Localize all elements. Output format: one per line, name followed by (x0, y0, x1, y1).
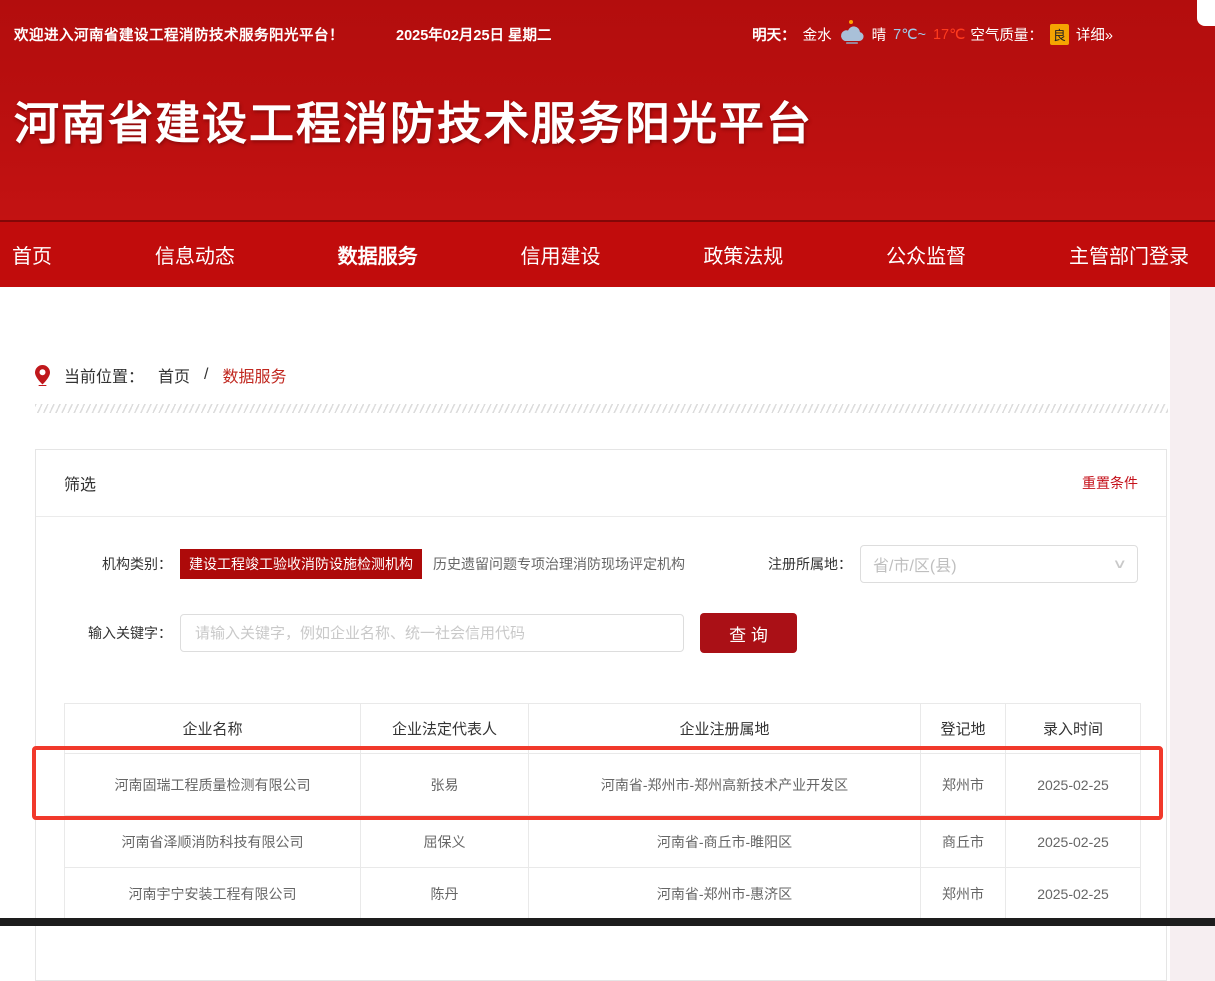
bottom-edge-strip (0, 918, 1215, 926)
breadcrumb-current[interactable]: 数据服务 (222, 363, 286, 387)
column-header: 登记地 (921, 704, 1006, 754)
weather-label: 明天： (752, 24, 796, 45)
cloud-icon (839, 25, 865, 45)
breadcrumb-separator: / (204, 366, 208, 384)
category-option-selected[interactable]: 建设工程竣工验收消防设施检测机构 (180, 549, 422, 579)
table-cell: 屈保义 (361, 816, 529, 868)
table-cell: 商丘市 (921, 816, 1006, 868)
column-header: 录入时间 (1006, 704, 1141, 754)
region-label: 注册所属地： (768, 554, 852, 574)
region-select-placeholder: 省/市/区(县) (873, 552, 957, 576)
table-cell: 河南省-郑州市-郑州高新技术产业开发区 (529, 754, 921, 816)
results-table-body: 河南固瑞工程质量检测有限公司张易河南省-郑州市-郑州高新技术产业开发区郑州市20… (65, 754, 1141, 920)
nav-item-6[interactable]: 主管部门登录 (1069, 240, 1189, 269)
table-cell: 河南省泽顺消防科技有限公司 (65, 816, 361, 868)
aqi-badge: 良 (1050, 24, 1069, 45)
weather-widget: 明天： 金水 晴 7℃~ 17℃ 空气质量： 良 详细» (752, 24, 1113, 45)
nav-item-5[interactable]: 公众监督 (886, 240, 966, 269)
table-cell: 2025-02-25 (1006, 816, 1141, 868)
weather-condition: 晴 (872, 24, 887, 45)
results-table: 企业名称企业法定代表人企业注册属地登记地录入时间 河南固瑞工程质量检测有限公司张… (64, 703, 1141, 920)
table-row: 河南宇宁安装工程有限公司陈丹河南省-郑州市-惠济区郑州市2025-02-25 (65, 868, 1141, 920)
table-cell: 河南省-郑州市-惠济区 (529, 868, 921, 920)
category-label: 机构类别： (64, 554, 172, 574)
reset-filters-link[interactable]: 重置条件 (1082, 473, 1138, 493)
filter-title: 筛选 (64, 471, 96, 495)
table-cell: 郑州市 (921, 868, 1006, 920)
category-option-unselected[interactable]: 历史遗留问题专项治理消防现场评定机构 (433, 554, 685, 574)
nav-item-0[interactable]: 首页 (12, 240, 52, 269)
column-header: 企业法定代表人 (361, 704, 529, 754)
weather-detail-link[interactable]: 详细» (1076, 24, 1113, 45)
aqi-label: 空气质量： (970, 24, 1043, 45)
table-cell: 2025-02-25 (1006, 754, 1141, 816)
screen-corner-artifact (1197, 0, 1215, 26)
temp-high: 17℃ (933, 27, 965, 43)
table-cell: 张易 (361, 754, 529, 816)
site-header: 欢迎进入河南省建设工程消防技术服务阳光平台！ 2025年02月25日 星期二 明… (0, 0, 1215, 220)
table-row: 河南省泽顺消防科技有限公司屈保义河南省-商丘市-睢阳区商丘市2025-02-25 (65, 816, 1141, 868)
search-button[interactable]: 查 询 (700, 613, 797, 653)
welcome-text: 欢迎进入河南省建设工程消防技术服务阳光平台！ (14, 24, 344, 45)
breadcrumb-home[interactable]: 首页 (158, 363, 190, 387)
results-table-head: 企业名称企业法定代表人企业注册属地登记地录入时间 (65, 704, 1141, 754)
column-header: 企业名称 (65, 704, 361, 754)
keyword-label: 输入关键字： (64, 623, 172, 643)
region-select[interactable]: 省/市/区(县) ∨ (860, 545, 1138, 583)
table-cell: 河南省-商丘市-睢阳区 (529, 816, 921, 868)
keyword-input[interactable] (180, 614, 684, 652)
breadcrumb-label: 当前位置： (64, 363, 144, 387)
page-title: 河南省建设工程消防技术服务阳光平台 (14, 87, 1215, 152)
nav-item-2[interactable]: 数据服务 (338, 240, 418, 269)
region-filter-group: 注册所属地： 省/市/区(县) ∨ (768, 545, 1138, 583)
temp-low: 7℃~ (893, 27, 926, 43)
topbar: 欢迎进入河南省建设工程消防技术服务阳光平台！ 2025年02月25日 星期二 明… (0, 0, 1215, 45)
column-header: 企业注册属地 (529, 704, 921, 754)
location-pin-icon (35, 365, 50, 386)
table-cell: 河南宇宁安装工程有限公司 (65, 868, 361, 920)
table-cell: 2025-02-25 (1006, 868, 1141, 920)
keyword-filter-row: 输入关键字： 查 询 (64, 613, 1138, 653)
main-nav: 首页 信息动态 数据服务 信用建设 政策法规 公众监督 主管部门登录 (0, 220, 1215, 287)
table-cell: 陈丹 (361, 868, 529, 920)
filter-panel: 筛选 重置条件 机构类别： 建设工程竣工验收消防设施检测机构 历史遗留问题专项治… (35, 449, 1167, 981)
nav-item-4[interactable]: 政策法规 (703, 240, 783, 269)
table-row: 河南固瑞工程质量检测有限公司张易河南省-郑州市-郑州高新技术产业开发区郑州市20… (65, 754, 1141, 816)
slash-divider (35, 404, 1168, 413)
chevron-down-icon: ∨ (1113, 556, 1128, 572)
weather-district: 金水 (803, 24, 832, 45)
main-content: 当前位置： 首页 / 数据服务 筛选 重置条件 机构类别： 建设工程竣工验收消防… (0, 287, 1170, 981)
filter-panel-header: 筛选 重置条件 (36, 450, 1166, 517)
table-cell: 河南固瑞工程质量检测有限公司 (65, 754, 361, 816)
nav-item-3[interactable]: 信用建设 (520, 240, 600, 269)
breadcrumb: 当前位置： 首页 / 数据服务 (35, 287, 1170, 387)
nav-item-1[interactable]: 信息动态 (155, 240, 235, 269)
topbar-date: 2025年02月25日 星期二 (396, 24, 552, 45)
table-cell: 郑州市 (921, 754, 1006, 816)
category-filter-row: 机构类别： 建设工程竣工验收消防设施检测机构 历史遗留问题专项治理消防现场评定机… (64, 545, 1138, 583)
